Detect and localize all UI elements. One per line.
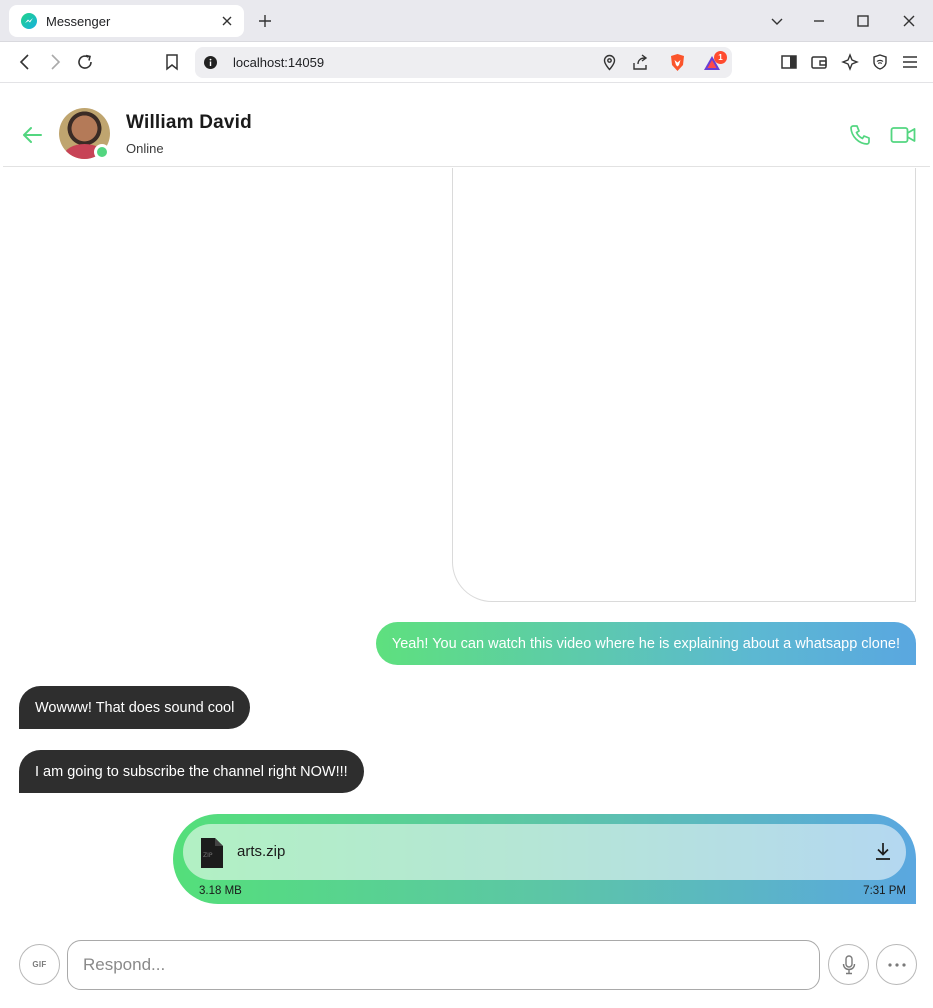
leo-icon[interactable] — [841, 53, 859, 71]
video-embed[interactable] — [452, 168, 916, 602]
online-indicator — [94, 144, 110, 160]
wallet-icon[interactable] — [810, 53, 828, 71]
contact-status: Online — [126, 141, 164, 156]
browser-tabbar: Messenger — [0, 0, 933, 42]
message-text: Wowww! That does sound cool — [35, 699, 235, 716]
menu-icon[interactable] — [901, 53, 919, 71]
share-icon[interactable] — [632, 54, 650, 71]
url-text: localhost:14059 — [233, 55, 325, 70]
message-list[interactable]: Yeah! You can watch this video where he … — [3, 168, 930, 923]
message-outgoing[interactable]: Yeah! You can watch this video where he … — [375, 622, 916, 665]
message-composer: GIF — [3, 924, 930, 1008]
file-type-label: ZIP — [203, 852, 213, 859]
file-name: arts.zip — [237, 843, 286, 860]
vpn-icon[interactable] — [871, 53, 889, 71]
close-icon[interactable] — [901, 13, 917, 29]
address-bar[interactable]: localhost:14059 — [195, 47, 732, 78]
more-horizontal-icon — [887, 962, 906, 967]
maximize-icon[interactable] — [855, 13, 871, 29]
brave-shield-icon[interactable] — [669, 53, 686, 72]
file-size: 3.18 MB — [199, 885, 242, 897]
file-attachment[interactable]: ZIP arts.zip — [183, 824, 906, 880]
messenger-favicon — [21, 13, 37, 29]
sidebar-icon[interactable] — [780, 53, 798, 71]
back-icon[interactable] — [16, 53, 34, 71]
location-icon[interactable] — [601, 54, 618, 71]
gif-button[interactable]: GIF — [19, 944, 60, 985]
close-icon[interactable] — [220, 14, 234, 28]
gif-label: GIF — [32, 960, 47, 969]
contact-name: William David — [126, 112, 252, 133]
more-options-button[interactable] — [876, 944, 917, 985]
chat-header: William David Online — [3, 84, 930, 167]
video-camera-icon[interactable] — [890, 124, 916, 146]
rewards-badge: 1 — [714, 51, 727, 64]
chevron-down-icon[interactable] — [769, 13, 785, 29]
forward-icon[interactable] — [46, 53, 64, 71]
info-icon[interactable] — [204, 56, 217, 69]
browser-toolbar: localhost:14059 1 — [0, 42, 933, 83]
browser-tab[interactable]: Messenger — [9, 5, 244, 37]
message-incoming[interactable]: Wowww! That does sound cool — [19, 686, 251, 729]
download-icon[interactable] — [873, 841, 893, 861]
reload-icon[interactable] — [76, 53, 94, 71]
message-text: I am going to subscribe the channel righ… — [35, 763, 348, 780]
message-text: Yeah! You can watch this video where he … — [391, 635, 900, 652]
tab-title: Messenger — [46, 13, 111, 29]
microphone-button[interactable] — [828, 944, 869, 985]
zip-file-icon: ZIP — [201, 838, 223, 868]
plus-icon[interactable] — [257, 13, 273, 29]
message-incoming[interactable]: I am going to subscribe the channel righ… — [19, 750, 364, 793]
minimize-icon[interactable] — [811, 13, 827, 29]
file-message[interactable]: ZIP arts.zip 3.18 MB 7:31 PM — [173, 814, 916, 904]
message-timestamp: 7:31 PM — [863, 885, 906, 897]
message-input[interactable] — [67, 940, 820, 990]
bookmark-icon[interactable] — [163, 53, 181, 71]
arrow-left-icon[interactable] — [21, 124, 43, 146]
phone-icon[interactable] — [848, 123, 872, 147]
microphone-icon — [842, 954, 855, 974]
